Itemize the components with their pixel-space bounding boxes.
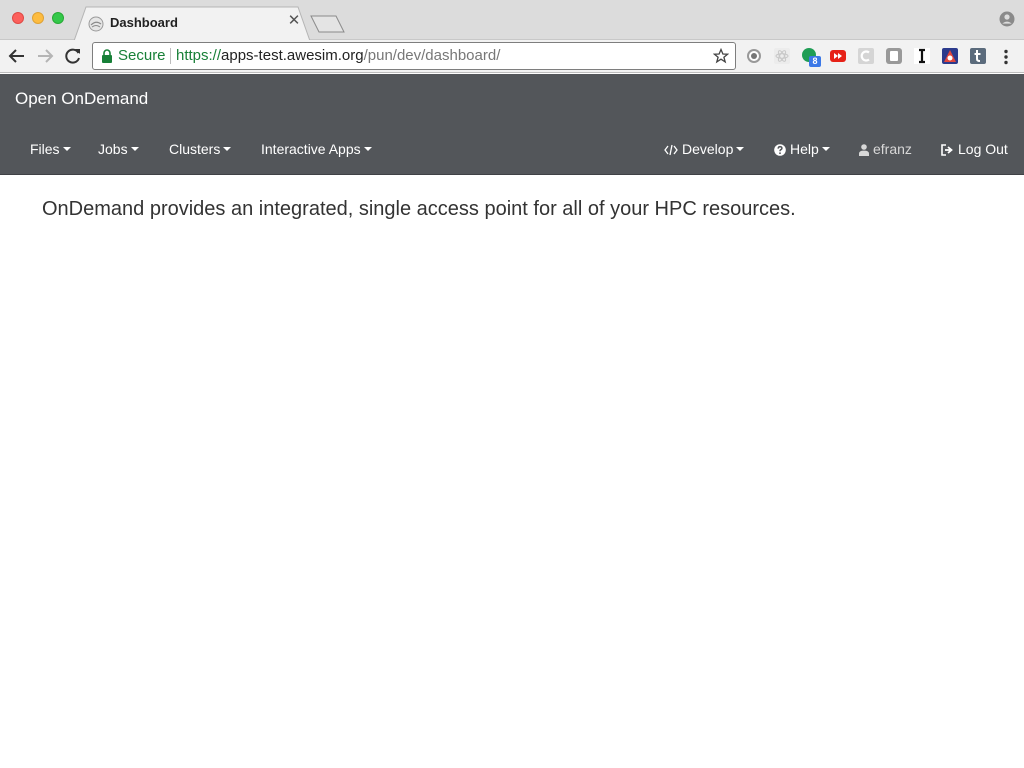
nav-user-name: efranz: [873, 141, 912, 157]
postman-icon[interactable]: [941, 47, 959, 65]
browser-tab-strip: Dashboard ✕: [0, 0, 1024, 41]
instapaper-icon[interactable]: [913, 47, 931, 65]
nav-files-label: Files: [30, 141, 60, 157]
back-arrow-icon[interactable]: [6, 45, 28, 67]
address-bar[interactable]: Secure https://apps-test.awesim.org/pun/…: [92, 42, 736, 70]
url-path: /pun/dev/dashboard/: [363, 47, 501, 64]
app-navbar: Open OnDemand Files Jobs Clusters Intera…: [0, 74, 1024, 175]
caret-down-icon: [130, 147, 139, 151]
nav-develop-dropdown[interactable]: Develop: [664, 141, 745, 159]
browser-tab-dashboard[interactable]: Dashboard ✕: [74, 6, 310, 41]
lock-icon: [102, 49, 112, 63]
forward-arrow-icon[interactable]: [34, 45, 56, 67]
caret-down-icon: [736, 147, 745, 151]
favicon-icon: [88, 16, 104, 32]
nav-logout-link[interactable]: Log Out: [941, 141, 1008, 159]
note-extension-icon[interactable]: [885, 47, 903, 65]
code-icon: [664, 144, 678, 156]
brand-link[interactable]: Open OnDemand: [15, 89, 148, 109]
browser-menu-icon[interactable]: [998, 48, 1014, 66]
browser-toolbar: Secure https://apps-test.awesim.org/pun/…: [0, 40, 1024, 73]
gear-extension-icon[interactable]: [745, 47, 763, 65]
react-devtools-icon[interactable]: [773, 47, 791, 65]
nav-interactive-apps-label: Interactive Apps: [261, 141, 361, 157]
caret-down-icon: [62, 147, 71, 151]
nav-develop-label: Develop: [682, 141, 734, 157]
tab-title: Dashboard: [110, 15, 178, 30]
extension-badge-count: 8: [809, 56, 821, 67]
nav-help-dropdown[interactable]: Help: [774, 141, 830, 159]
nav-user: efranz: [859, 141, 912, 159]
url-host: apps-test.awesim.org: [221, 47, 364, 64]
caret-down-icon: [223, 147, 232, 151]
nav-help-label: Help: [790, 141, 819, 157]
sign-out-icon: [941, 144, 953, 156]
window-close-button[interactable]: [12, 12, 24, 24]
dashboard-tagline: OnDemand provides an integrated, single …: [42, 198, 796, 220]
nav-clusters-dropdown[interactable]: Clusters: [169, 141, 232, 159]
nav-files-dropdown[interactable]: Files: [30, 141, 71, 159]
tab-close-icon[interactable]: ✕: [286, 13, 302, 29]
bookmark-star-icon[interactable]: [713, 48, 729, 64]
nav-interactive-apps-dropdown[interactable]: Interactive Apps: [261, 141, 372, 159]
question-circle-icon: [774, 144, 786, 156]
youtube-extension-icon[interactable]: [829, 47, 847, 65]
new-tab-button[interactable]: [310, 14, 346, 34]
c-extension-icon[interactable]: [857, 47, 875, 65]
tumblr-icon[interactable]: [969, 47, 987, 65]
caret-down-icon: [821, 147, 830, 151]
url-text: https://apps-test.awesim.org/pun/dev/das…: [176, 43, 500, 69]
user-icon: [859, 144, 869, 156]
omnibox-divider: [170, 48, 171, 64]
nav-jobs-dropdown[interactable]: Jobs: [98, 141, 139, 159]
window-maximize-button[interactable]: [52, 12, 64, 24]
nav-jobs-label: Jobs: [98, 141, 128, 157]
profile-icon[interactable]: [999, 11, 1015, 27]
caret-down-icon: [363, 147, 372, 151]
green-dot-extension-icon[interactable]: 8: [801, 47, 821, 67]
reload-icon[interactable]: [62, 45, 84, 67]
nav-clusters-label: Clusters: [169, 141, 221, 157]
url-scheme: https://: [176, 47, 222, 64]
window-minimize-button[interactable]: [32, 12, 44, 24]
secure-label: Secure: [118, 47, 166, 64]
nav-logout-label: Log Out: [958, 141, 1008, 157]
